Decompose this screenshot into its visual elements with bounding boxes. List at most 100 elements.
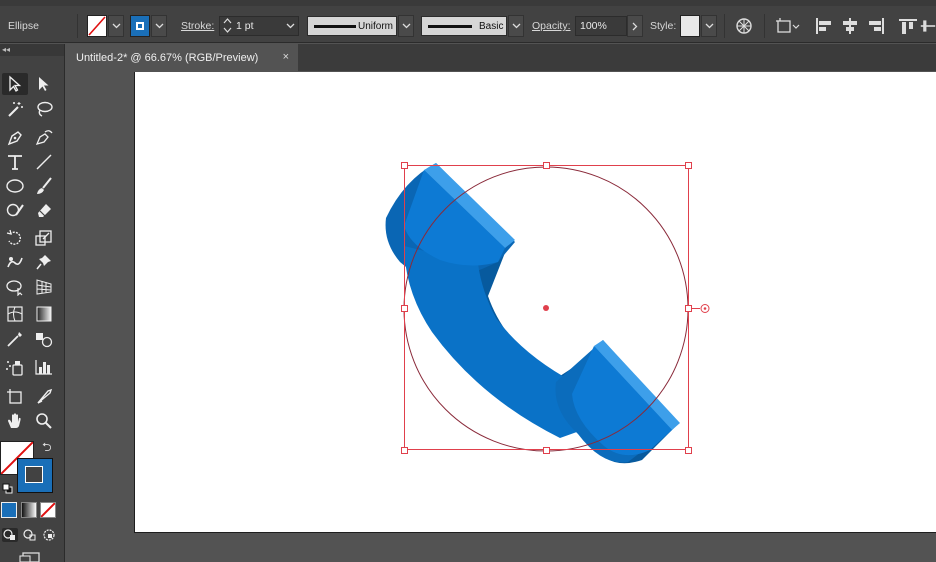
magic-wand-icon [8, 102, 23, 117]
width-profile-select[interactable]: Uniform [307, 16, 397, 36]
color-mode-button[interactable] [1, 502, 17, 518]
brush-definition-select[interactable]: Basic [421, 16, 507, 36]
symbol-sprayer-icon [6, 361, 23, 376]
width-profile-dropdown[interactable] [398, 15, 414, 37]
warp-tool[interactable] [2, 251, 28, 273]
panel-collapse-grip[interactable]: ◂◂ [0, 44, 64, 56]
selection-tool[interactable] [2, 73, 28, 95]
artboard-icon [7, 389, 22, 404]
stroke-color-dropdown[interactable] [151, 15, 167, 37]
stroke-label-text: Stroke: [181, 20, 215, 32]
draw-behind-button[interactable] [20, 524, 40, 546]
control-bar: Ellipse Stroke: 1 pt Uniform Basic Opaci… [0, 0, 936, 43]
brush-definition-dropdown[interactable] [508, 15, 524, 37]
magic-wand-tool[interactable] [2, 98, 28, 120]
scale-icon [35, 230, 52, 246]
line-segment-tool[interactable] [31, 151, 57, 173]
stroke-label[interactable]: Stroke: [181, 15, 214, 37]
recolor-artwork-button[interactable] [731, 15, 757, 37]
blend-tool[interactable] [31, 328, 57, 350]
perspective-grid-tool[interactable] [31, 276, 57, 298]
paintbrush-icon [37, 177, 52, 194]
eyedropper-tool[interactable] [2, 328, 28, 350]
align-center-icon [843, 18, 857, 34]
shape-builder-icon [6, 280, 23, 296]
fill-dropdown[interactable] [108, 15, 124, 37]
chevron-down-icon [512, 23, 520, 29]
draw-inside-button[interactable] [40, 524, 60, 546]
horizontal-align-center-button[interactable] [837, 15, 863, 37]
rotate-icon [6, 229, 21, 245]
column-graph-icon [35, 360, 52, 375]
paintbrush-tool[interactable] [31, 175, 57, 197]
stroke-stepper-icon[interactable] [223, 17, 232, 34]
ellipse-tool[interactable] [2, 175, 28, 197]
type-tool[interactable] [2, 151, 28, 173]
draw-normal-button[interactable] [0, 524, 20, 546]
chevron-right-icon [632, 22, 638, 30]
stroke-color-swatch[interactable] [130, 15, 150, 37]
warp-icon [7, 257, 23, 268]
align-to-dropdown[interactable] [772, 15, 804, 37]
slice-knife-icon [37, 388, 53, 404]
stroke-proxy[interactable] [17, 458, 53, 493]
zoom-tool[interactable] [31, 410, 57, 432]
vertical-align-top-button[interactable] [895, 15, 921, 37]
eraser-tool[interactable] [31, 199, 57, 221]
gradient-tool[interactable] [31, 303, 57, 325]
column-graph-tool[interactable] [31, 356, 57, 378]
symbol-sprayer-tool[interactable] [2, 356, 28, 378]
none-mode-button[interactable] [40, 502, 56, 518]
opacity-expand-button[interactable] [627, 15, 643, 37]
rotate-tool[interactable] [2, 227, 28, 249]
document-tab-title: Untitled-2* @ 66.67% (RGB/Preview) [76, 52, 259, 64]
curvature-tool[interactable] [31, 126, 57, 148]
artboard-tool[interactable] [2, 385, 28, 407]
close-icon[interactable]: × [283, 51, 289, 63]
slice-tool[interactable] [31, 385, 57, 407]
hand-tool[interactable] [2, 410, 28, 432]
lasso-tool[interactable] [31, 98, 57, 120]
fill-color-swatch[interactable] [87, 15, 107, 37]
basic-brush-icon [428, 25, 472, 28]
pen-tool[interactable] [2, 126, 28, 148]
horizontal-align-right-button[interactable] [863, 15, 889, 37]
selection-type-text: Ellipse [8, 20, 39, 32]
swap-fill-stroke-icon[interactable]: ⮌ [42, 438, 52, 459]
divider [724, 14, 725, 38]
stroke-swatch-icon [136, 22, 144, 30]
artboard[interactable] [134, 72, 936, 533]
brush-definition-value: Basic [479, 21, 504, 32]
horizontal-align-left-button[interactable] [811, 15, 837, 37]
color-wheel-icon [736, 18, 752, 34]
stroke-weight-value: 1 pt [236, 20, 254, 32]
screen-mode-icon[interactable] [18, 549, 42, 562]
gradient-icon [36, 306, 52, 322]
free-transform-tool[interactable] [31, 251, 57, 273]
chevron-down-icon [286, 23, 294, 29]
graphic-style-dropdown[interactable] [701, 15, 717, 37]
mesh-icon [7, 306, 23, 322]
draw-inside-icon [43, 529, 55, 541]
gradient-mode-button[interactable] [21, 502, 37, 518]
opacity-label[interactable]: Opacity: [532, 15, 571, 37]
align-top-icon [899, 19, 917, 34]
hand-icon [8, 413, 21, 428]
divider [77, 14, 78, 38]
opacity-value: 100% [580, 20, 607, 32]
direct-selection-tool[interactable] [31, 73, 57, 95]
graphic-style-swatch[interactable] [680, 15, 700, 37]
direct-selection-arrow-icon [39, 77, 49, 91]
document-tab[interactable]: Untitled-2* @ 66.67% (RGB/Preview) × [66, 44, 298, 72]
curvature-pen-icon [35, 130, 53, 146]
default-fill-stroke-icon[interactable] [2, 483, 13, 494]
stroke-proxy-inner [25, 466, 43, 483]
stroke-weight-dropdown[interactable] [282, 16, 298, 36]
shaper-tool[interactable] [2, 199, 28, 221]
mesh-tool[interactable] [2, 303, 28, 325]
shape-builder-tool[interactable] [2, 276, 28, 298]
opacity-field[interactable]: 100% [575, 16, 627, 36]
none-slash-icon [41, 503, 55, 517]
scale-tool[interactable] [31, 227, 57, 249]
vertical-align-center-button[interactable] [920, 15, 936, 37]
